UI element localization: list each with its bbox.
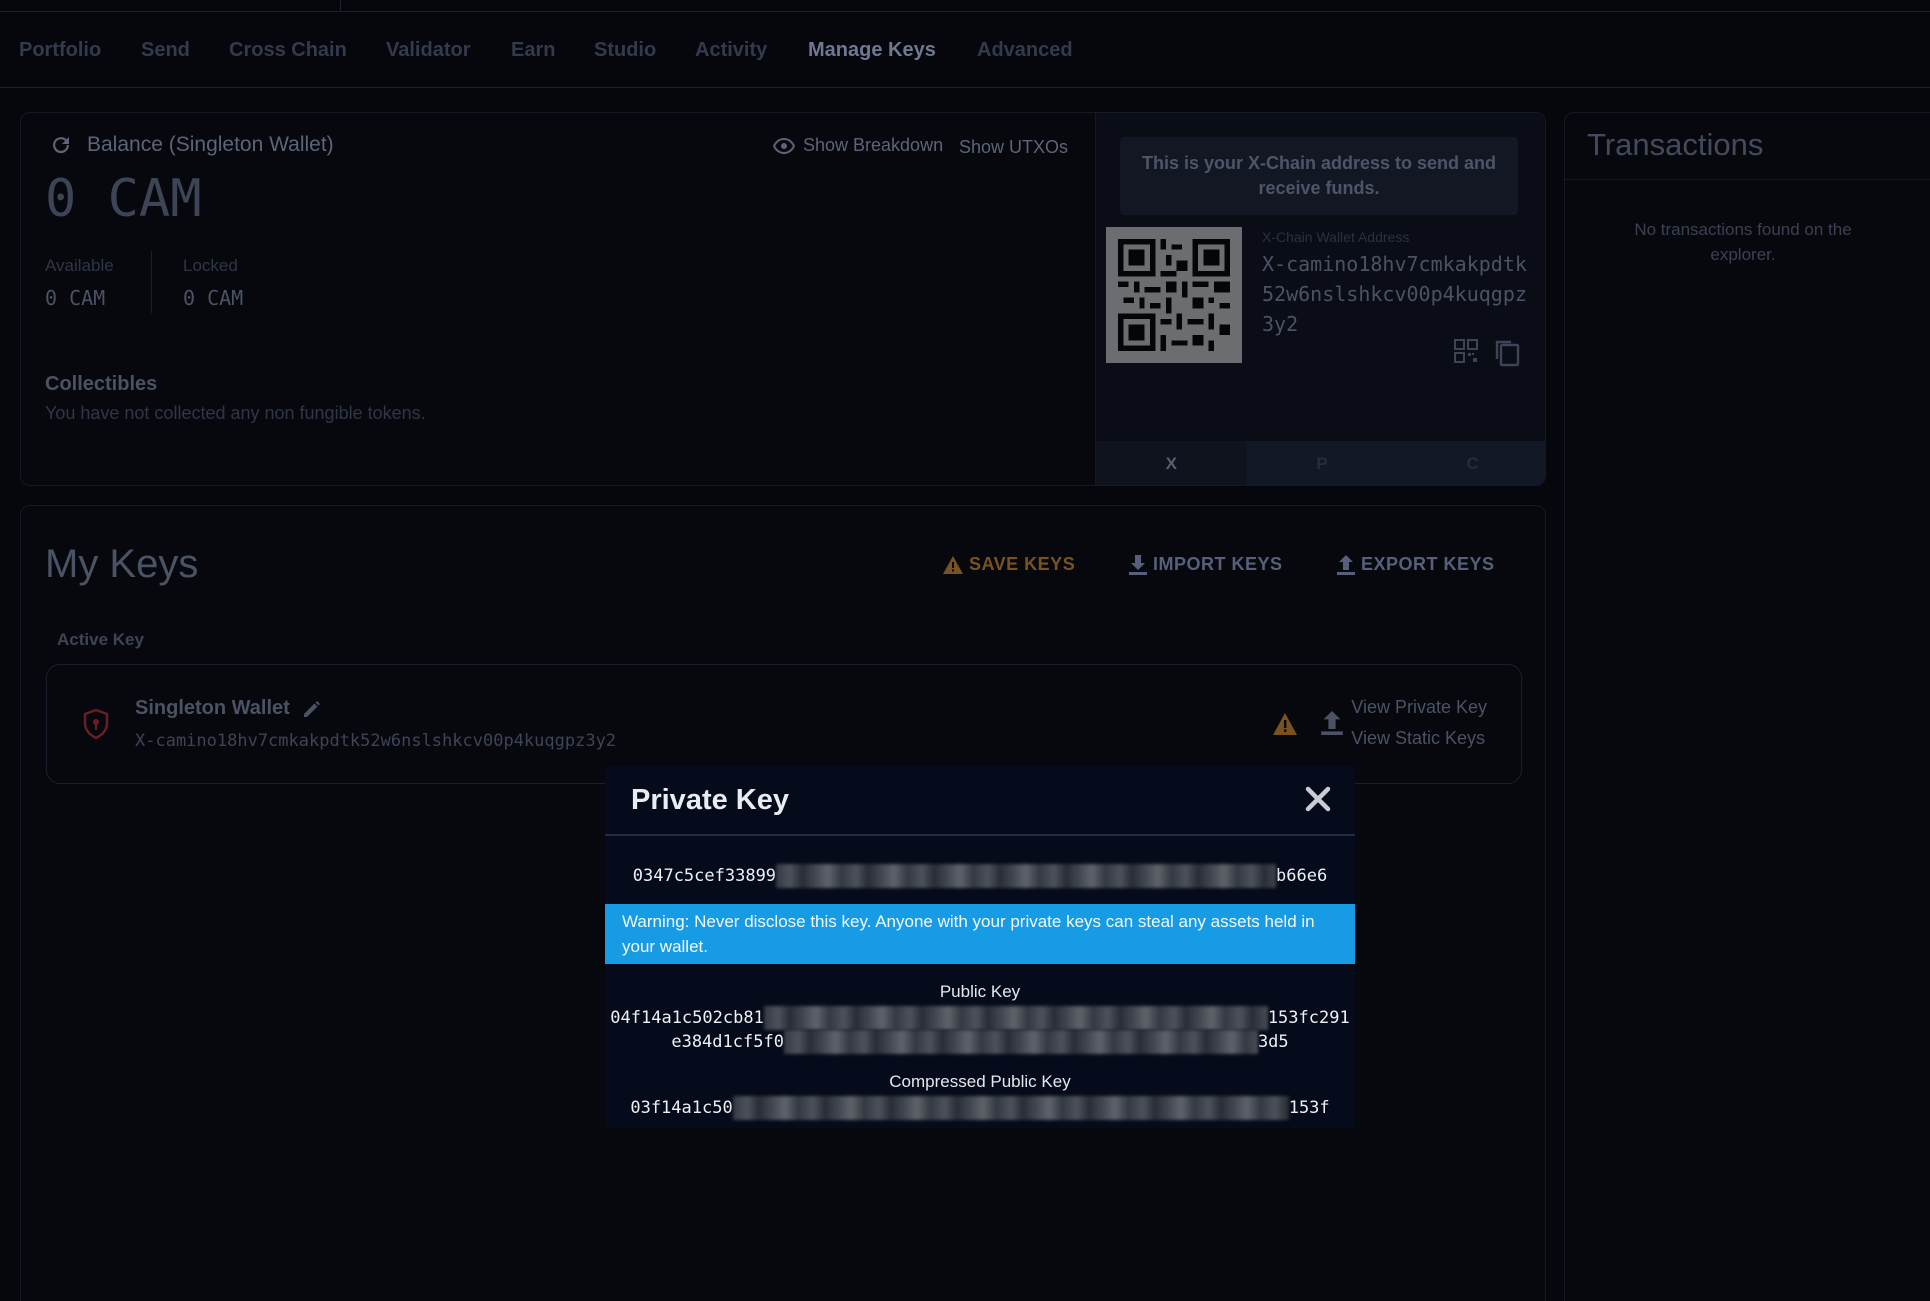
main-nav: Portfolio Send Cross Chain Validator Ear… — [0, 12, 1930, 88]
nav-manage-keys[interactable]: Manage Keys — [808, 39, 936, 62]
public-key-label: Public Key — [939, 982, 1021, 1001]
balance-title: Balance (Singleton Wallet) — [87, 133, 334, 156]
address-actions — [1454, 339, 1520, 367]
warning-banner: Warning: Never disclose this key. Anyone… — [605, 904, 1355, 964]
compressed-key-end: 153f — [1288, 1098, 1330, 1118]
public-key-redaction-2 — [783, 1030, 1258, 1054]
available-balance: Available 0 CAM — [45, 256, 114, 310]
warning-icon[interactable] — [1273, 713, 1297, 735]
import-keys-button[interactable]: IMPORT KEYS — [1129, 554, 1283, 575]
qr-code-icon[interactable] — [1454, 339, 1478, 363]
address-box: This is your X-Chain address to send and… — [1095, 113, 1545, 485]
public-key-redaction-1 — [763, 1006, 1268, 1030]
download-icon — [1129, 554, 1147, 575]
top-divider — [340, 0, 341, 12]
export-keys-label: EXPORT KEYS — [1361, 554, 1495, 574]
chain-tab-p[interactable]: P — [1247, 441, 1398, 485]
upload-icon[interactable] — [1321, 711, 1343, 735]
public-key-line-2: e384d1cf5f0 3d5 — [605, 1030, 1355, 1054]
transactions-empty: No transactions found on the explorer. — [1634, 220, 1852, 264]
nav-send[interactable]: Send — [141, 39, 190, 62]
qr-code — [1106, 227, 1242, 363]
nav-activity[interactable]: Activity — [695, 39, 767, 62]
public-key-line-1-end: 153fc291 — [1267, 1008, 1350, 1028]
nav-cross-chain[interactable]: Cross Chain — [229, 39, 347, 62]
export-keys-button[interactable]: EXPORT KEYS — [1337, 554, 1495, 575]
eye-icon — [773, 137, 795, 154]
show-breakdown-label: Show Breakdown — [803, 135, 944, 155]
private-key-redaction — [776, 864, 1277, 888]
active-key-label: Active Key — [57, 630, 144, 649]
locked-label: Locked — [183, 256, 238, 275]
balance-header: Balance (Singleton Wallet) — [49, 133, 334, 157]
available-label: Available — [45, 256, 114, 275]
public-key-line-1: 04f14a1c502cb81 153fc291 — [605, 1006, 1355, 1030]
nav-studio[interactable]: Studio — [594, 39, 656, 62]
nav-advanced[interactable]: Advanced — [977, 39, 1073, 62]
key-links: View Private Key View Static Keys — [1351, 697, 1487, 759]
view-private-key-link[interactable]: View Private Key — [1351, 697, 1487, 718]
close-icon[interactable] — [1303, 784, 1333, 814]
save-keys-label: SAVE KEYS — [969, 554, 1076, 574]
collectibles-empty: You have not collected any non fungible … — [45, 403, 426, 423]
address-label: X-Chain Wallet Address — [1262, 229, 1410, 245]
balance-panel: Balance (Singleton Wallet) 0 CAM Availab… — [20, 112, 1546, 486]
wallet-name: Singleton Wallet — [135, 697, 322, 720]
balance-amount: 0 CAM — [45, 169, 202, 229]
nav-portfolio[interactable]: Portfolio — [19, 39, 101, 62]
import-keys-label: IMPORT KEYS — [1153, 554, 1283, 574]
wallet-address: X-camino18hv7cmkakpdtk52w6nslshkcv00p4ku… — [135, 731, 617, 751]
private-key-start: 0347c5cef33899 — [632, 866, 777, 886]
compressed-key-redaction — [732, 1096, 1289, 1120]
public-key-line-2-end: 3d5 — [1257, 1032, 1289, 1052]
transactions-divider — [1565, 179, 1930, 180]
view-static-keys-link[interactable]: View Static Keys — [1351, 728, 1487, 749]
copy-icon[interactable] — [1494, 339, 1520, 367]
wallet-name-label: Singleton Wallet — [135, 697, 290, 719]
private-key-value: 0347c5cef33899 b66e6 — [605, 864, 1355, 888]
compressed-public-key-label: Compressed Public Key — [889, 1072, 1071, 1091]
locked-value: 0 CAM — [183, 286, 244, 310]
modal-header: Private Key — [605, 766, 1355, 836]
compressed-public-key-value: 03f14a1c50 153f — [605, 1096, 1355, 1120]
compressed-key-start: 03f14a1c50 — [630, 1098, 733, 1118]
my-keys-title: My Keys — [45, 542, 199, 586]
warning-icon — [943, 555, 963, 574]
top-strip — [0, 0, 1930, 12]
collectibles-title: Collectibles — [45, 373, 158, 395]
available-value: 0 CAM — [45, 286, 106, 310]
transactions-panel: Transactions No transactions found on th… — [1564, 112, 1930, 1301]
balance-divider — [151, 251, 152, 313]
upload-icon — [1337, 554, 1355, 575]
show-utxos-button[interactable]: Show UTXOs — [959, 137, 1068, 158]
transactions-title: Transactions — [1587, 127, 1764, 162]
public-key-line-1-start: 04f14a1c502cb81 — [610, 1008, 764, 1028]
chain-tabs: X P C — [1096, 441, 1545, 485]
qr-code-image — [1118, 239, 1230, 351]
show-breakdown-button[interactable]: Show Breakdown — [773, 135, 943, 156]
nav-earn[interactable]: Earn — [511, 39, 555, 62]
locked-balance: Locked 0 CAM — [183, 256, 243, 310]
chain-tab-c[interactable]: C — [1397, 441, 1545, 485]
private-key-end: b66e6 — [1276, 866, 1328, 886]
public-key-line-2-start: e384d1cf5f0 — [671, 1032, 784, 1052]
private-key-modal: Private Key 0347c5cef33899 b66e6 Warning:… — [605, 766, 1355, 1128]
edit-icon[interactable] — [302, 699, 322, 719]
save-keys-button[interactable]: SAVE KEYS — [943, 554, 1075, 575]
nav-validator[interactable]: Validator — [386, 39, 470, 62]
modal-title: Private Key — [631, 784, 789, 816]
chain-tab-x[interactable]: X — [1096, 441, 1247, 485]
shield-icon — [83, 709, 109, 739]
refresh-icon[interactable] — [49, 133, 73, 157]
address-value: X-camino18hv7cmkakpdtk52w6nslshkcv00p4ku… — [1262, 252, 1527, 336]
address-note: This is your X-Chain address to send and… — [1120, 137, 1518, 215]
